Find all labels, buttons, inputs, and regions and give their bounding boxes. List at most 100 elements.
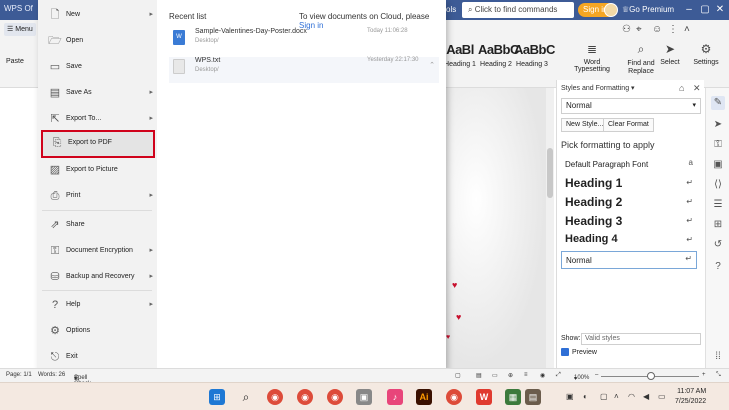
- edge-icon[interactable]: ◐: [583, 392, 588, 401]
- camera-icon[interactable]: ▣: [566, 392, 574, 401]
- menu-item-print[interactable]: ⎙ Print ▸: [38, 183, 157, 209]
- location-icon[interactable]: ⌖: [636, 24, 642, 35]
- menu-item-share[interactable]: ⇗ Share: [38, 212, 157, 238]
- user-icon[interactable]: ☺: [652, 24, 662, 35]
- go-premium-link[interactable]: ♕Go Premium: [622, 5, 674, 14]
- menu-item-export-to-picture[interactable]: ▨ Export to Picture: [38, 157, 157, 183]
- settings-button[interactable]: ⚙ Settings: [690, 42, 722, 66]
- zoom-slider-handle[interactable]: [647, 372, 655, 380]
- ribbon-tab-tools[interactable]: ols: [446, 5, 456, 14]
- avatar[interactable]: [604, 3, 618, 17]
- menu-item-export-to-pdf[interactable]: ⎘ Export to PDF: [41, 130, 155, 158]
- app-tab[interactable]: WPS Of: [4, 4, 33, 13]
- word-count[interactable]: Words: 26: [38, 372, 65, 378]
- document-page[interactable]: ♥ ♥ ♥: [446, 88, 546, 368]
- grid-icon[interactable]: ⊞: [711, 218, 725, 232]
- code-icon[interactable]: ⟨⟩: [711, 178, 725, 192]
- apps-icon[interactable]: ⁞⁞: [711, 350, 725, 364]
- image-icon[interactable]: ▣: [711, 158, 725, 172]
- style-heading-1[interactable]: AaBl Heading 1: [442, 42, 478, 70]
- style-list-item[interactable]: Heading 4 ↵: [561, 233, 697, 251]
- style-heading-2[interactable]: AaBbC Heading 2: [478, 42, 519, 70]
- wps-office-icon[interactable]: W: [476, 389, 492, 405]
- maximize-icon[interactable]: ▢: [698, 3, 712, 17]
- history-icon[interactable]: ↺: [711, 238, 725, 252]
- menu-item-help[interactable]: ? Help ▸: [38, 292, 157, 318]
- cursor-icon[interactable]: ➤: [711, 118, 725, 132]
- menu-item-save-as[interactable]: ▤ Save As ▸: [38, 80, 157, 106]
- web-layout-icon[interactable]: ⊕: [508, 372, 513, 379]
- app-icon[interactable]: ▣: [356, 389, 372, 405]
- zoom-in-icon[interactable]: +: [702, 372, 706, 378]
- menu-item-document-encryption[interactable]: ⚿ Document Encryption ▸: [38, 238, 157, 264]
- menu-item-export-to[interactable]: ⇱ Export To... ▸: [38, 106, 157, 132]
- style-list-item[interactable]: Heading 3 ↵: [561, 214, 697, 232]
- chrome-icon[interactable]: ◉: [446, 389, 462, 405]
- close-icon[interactable]: ✕: [693, 83, 701, 94]
- eye-icon[interactable]: ◉: [540, 372, 545, 379]
- page-count[interactable]: Page: 1/1: [6, 372, 32, 378]
- help-icon[interactable]: ?: [711, 260, 725, 274]
- zoom-out-icon[interactable]: –: [595, 372, 598, 378]
- pin-icon[interactable]: ⌃: [429, 61, 435, 69]
- print-layout-icon[interactable]: ▤: [476, 372, 482, 379]
- heart-icon: ♥: [456, 312, 462, 322]
- fit-icon[interactable]: ⤢: [556, 372, 561, 379]
- full-screen-icon[interactable]: ▭: [492, 372, 498, 379]
- pen-icon[interactable]: ✎: [711, 96, 725, 110]
- music-icon[interactable]: ♪: [387, 389, 403, 405]
- menu-item-backup-recovery[interactable]: ⛁ Backup and Recovery ▸: [38, 264, 157, 290]
- preview-checkbox[interactable]: Preview: [561, 348, 597, 356]
- windows-start-icon[interactable]: ⊞: [209, 389, 225, 405]
- expand-icon[interactable]: ⤡: [716, 372, 721, 379]
- style-list-item[interactable]: Default Paragraph Font a: [561, 156, 697, 174]
- close-icon[interactable]: ✕: [713, 3, 727, 17]
- sliders-icon[interactable]: ☰: [711, 198, 725, 212]
- minimize-icon[interactable]: –: [682, 3, 696, 17]
- style-heading-3[interactable]: AaBbC Heading 3: [514, 42, 555, 70]
- view-icon[interactable]: ▢: [455, 372, 461, 379]
- chrome-icon[interactable]: ◉: [327, 389, 343, 405]
- menu-item-open[interactable]: 🗁 Open: [38, 28, 157, 54]
- illustrator-icon[interactable]: Ai: [416, 389, 432, 405]
- select-button[interactable]: ➤ Select: [658, 42, 682, 66]
- chevron-up-icon[interactable]: ˄: [614, 392, 619, 401]
- pin-icon[interactable]: ⌂: [679, 83, 684, 93]
- current-style-select[interactable]: Normal ▾: [561, 98, 701, 114]
- system-clock[interactable]: 11:07 AM 7/25/2022: [675, 387, 706, 407]
- menu-item-options[interactable]: ⚙ Options: [38, 318, 157, 344]
- clear-format-button[interactable]: Clear Format: [603, 118, 654, 132]
- vertical-scrollbar[interactable]: [546, 88, 554, 368]
- menu-item-exit[interactable]: ⎋ Exit: [38, 344, 157, 370]
- menu-item-new[interactable]: 🗋 New ▸: [38, 2, 157, 28]
- new-style-button[interactable]: New Style...: [561, 118, 609, 132]
- chevron-up-icon[interactable]: ˄: [684, 24, 690, 35]
- lock-icon[interactable]: ⚿: [711, 138, 725, 152]
- style-list-item[interactable]: Heading 1 ↵: [561, 176, 697, 194]
- outline-icon[interactable]: ≡: [524, 372, 528, 378]
- app-icon[interactable]: ▤: [525, 389, 541, 405]
- style-list-item[interactable]: Heading 2 ↵: [561, 195, 697, 213]
- pane-title[interactable]: Styles and Formatting ▾: [561, 84, 635, 92]
- command-search-input[interactable]: ⌕ Click to find commands: [462, 2, 574, 18]
- more-icon[interactable]: ⋮: [668, 24, 678, 35]
- battery-icon[interactable]: ▭: [658, 392, 666, 401]
- scrollbar-thumb[interactable]: [547, 148, 553, 198]
- app-icon[interactable]: ▢: [600, 392, 608, 401]
- word-typesetting-button[interactable]: ≣ Word Typesetting: [566, 42, 618, 73]
- menu-item-save[interactable]: ▭ Save: [38, 54, 157, 80]
- share-people-icon[interactable]: ⚇: [622, 24, 631, 35]
- find-replace-button[interactable]: ⌕ Find and Replace: [626, 42, 656, 76]
- recent-file-row[interactable]: WPS.txt Desktop/ Yesterday 22:17:30 ⌃: [169, 57, 439, 83]
- search-icon[interactable]: ⌕: [238, 389, 254, 405]
- wifi-icon[interactable]: ◠: [628, 392, 635, 401]
- chrome-icon[interactable]: ◉: [267, 389, 283, 405]
- volume-icon[interactable]: ◀: [643, 392, 649, 401]
- style-list-item[interactable]: Normal ↵: [561, 251, 697, 269]
- paste-button[interactable]: Paste: [6, 58, 24, 65]
- chrome-icon[interactable]: ◉: [297, 389, 313, 405]
- app-icon[interactable]: ▦: [505, 389, 521, 405]
- menu-button[interactable]: ☰ Menu: [4, 23, 36, 36]
- show-styles-select[interactable]: Valid styles: [581, 333, 701, 345]
- recent-file-row[interactable]: W Sample-Valentines-Day-Poster.docx Desk…: [169, 28, 439, 54]
